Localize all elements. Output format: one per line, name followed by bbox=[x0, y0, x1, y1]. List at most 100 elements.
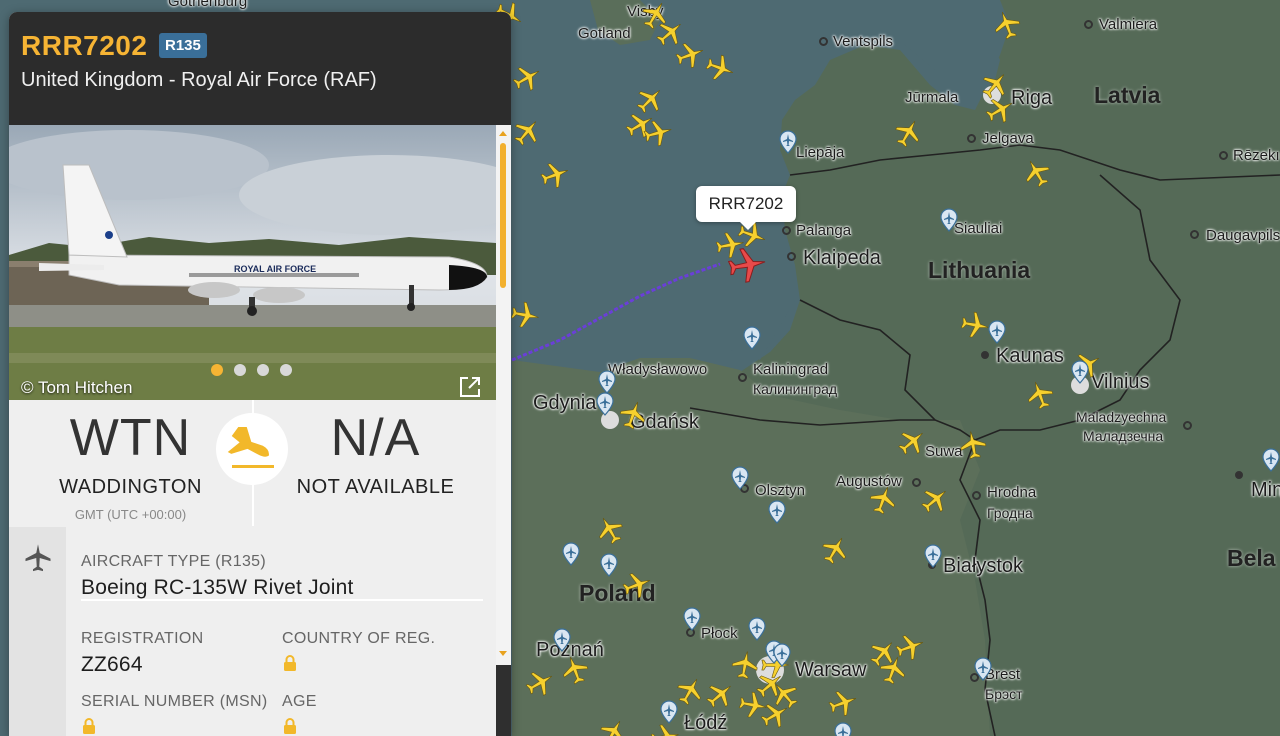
city-label-jurmala: Jūrmala bbox=[905, 89, 959, 106]
origin-code: WTN bbox=[69, 409, 192, 467]
city-dot bbox=[912, 478, 921, 487]
city-dot bbox=[972, 491, 981, 500]
city-label-jelgava: Jelgava bbox=[982, 130, 1034, 147]
city-label-gothenburg: Gothenburg bbox=[168, 0, 248, 10]
airport-pin-icon[interactable] bbox=[768, 500, 786, 524]
airport-pin-icon[interactable] bbox=[1071, 360, 1089, 384]
selected-aircraft-icon[interactable] bbox=[724, 242, 770, 288]
country-label-latvia: Latvia bbox=[1094, 82, 1161, 108]
operator-name: United Kingdom - Royal Air Force (RAF) bbox=[21, 69, 377, 91]
city-dot bbox=[981, 351, 989, 359]
city-label-hrodna-cyr: Гродна bbox=[987, 505, 1033, 521]
info-side-rail bbox=[9, 527, 66, 736]
city-label-kaliningrad: Kaliningrad bbox=[753, 361, 829, 378]
city-label-minsk: Min bbox=[1251, 479, 1280, 501]
registration-label: REGISTRATION bbox=[81, 630, 204, 647]
carousel-dot[interactable] bbox=[280, 364, 292, 376]
scroll-track-lower bbox=[496, 665, 511, 736]
airport-pin-icon[interactable] bbox=[562, 542, 580, 566]
city-label-rezekne: Rēzekı bbox=[1233, 147, 1280, 164]
airport-pin-icon[interactable] bbox=[748, 617, 766, 641]
lock-icon[interactable] bbox=[82, 718, 96, 734]
city-label-riga: Riga bbox=[1011, 87, 1053, 109]
airport-pin-icon[interactable] bbox=[598, 370, 616, 394]
city-label-hrodna: Hrodna bbox=[987, 484, 1037, 501]
city-dot bbox=[782, 226, 791, 235]
aircraft-photo[interactable]: ROYAL AIR FORCE © Tom Hitchen bbox=[9, 125, 496, 400]
city-dot bbox=[787, 252, 796, 261]
airport-pin-icon[interactable] bbox=[988, 320, 1006, 344]
selected-flight-callout[interactable]: RRR7202 bbox=[696, 186, 796, 230]
carousel-dot[interactable] bbox=[234, 364, 246, 376]
airport-pin-icon[interactable] bbox=[553, 628, 571, 652]
airport-pin-icon[interactable] bbox=[773, 643, 791, 667]
info-separator bbox=[81, 599, 483, 601]
photo-credit[interactable]: © Tom Hitchen bbox=[21, 378, 132, 398]
city-label-bialystok: Białystok bbox=[943, 555, 1024, 577]
scroll-down-arrow[interactable] bbox=[499, 651, 507, 656]
country-label-lithuania: Lithuania bbox=[928, 257, 1031, 283]
airport-pin-icon[interactable] bbox=[1262, 448, 1280, 472]
city-dot bbox=[1219, 151, 1228, 160]
plane-icon[interactable] bbox=[956, 428, 991, 463]
airport-pin-icon[interactable] bbox=[834, 722, 852, 736]
city-label-lodz: Łódź bbox=[684, 712, 728, 734]
city-label-gotland: Gotland bbox=[578, 25, 631, 42]
city-dot bbox=[1183, 421, 1192, 430]
destination-name: NOT AVAILABLE bbox=[296, 476, 455, 498]
origin-name: WADDINGTON bbox=[59, 476, 202, 498]
country-label-belarus: Bela bbox=[1227, 545, 1276, 571]
city-label-olsztyn: Olsztyn bbox=[755, 482, 806, 499]
airport-pin-icon[interactable] bbox=[731, 466, 749, 490]
city-label-klaipeda: Klaipeda bbox=[803, 247, 881, 269]
airport-pin-icon[interactable] bbox=[779, 130, 797, 154]
city-label-daugavpils: Daugavpils bbox=[1206, 227, 1280, 244]
airport-pin-icon[interactable] bbox=[924, 544, 942, 568]
external-link-icon[interactable] bbox=[457, 374, 483, 400]
plane-icon bbox=[25, 544, 51, 572]
photo-carousel-dots[interactable] bbox=[211, 364, 292, 376]
city-label-plock: Płock bbox=[701, 625, 738, 642]
origin-airport[interactable]: WTN WADDINGTON GMT (UTC +00:00) bbox=[9, 400, 252, 522]
airport-pin-icon[interactable] bbox=[596, 392, 614, 416]
info-main: AIRCRAFT TYPE (R135) Boeing RC-135W Rive… bbox=[66, 527, 496, 736]
city-dot bbox=[819, 37, 828, 46]
airport-pin-icon[interactable] bbox=[660, 700, 678, 724]
airport-pin-icon[interactable] bbox=[683, 607, 701, 631]
country-of-reg-label: COUNTRY OF REG. bbox=[282, 630, 436, 647]
city-dot bbox=[1190, 230, 1199, 239]
city-dot bbox=[738, 373, 747, 382]
aircraft-photo-image: ROYAL AIR FORCE bbox=[9, 125, 496, 400]
flight-details-panel: RRR7202 R135 United Kingdom - Royal Air … bbox=[9, 12, 511, 736]
city-label-liepaja: Liepāja bbox=[796, 144, 845, 161]
scroll-thumb[interactable] bbox=[500, 143, 506, 288]
city-label-kaliningrad-cyr: Калининград bbox=[753, 381, 838, 397]
aircraft-info-section: AIRCRAFT TYPE (R135) Boeing RC-135W Rive… bbox=[9, 527, 496, 736]
plane-icon[interactable] bbox=[508, 298, 543, 333]
city-label-siauliai: Siauliai bbox=[954, 220, 1003, 237]
lock-icon[interactable] bbox=[283, 655, 297, 671]
airport-pin-icon[interactable] bbox=[743, 326, 761, 350]
airplane-landing-icon bbox=[216, 413, 288, 485]
route-section: WTN WADDINGTON GMT (UTC +00:00) N/A NOT … bbox=[9, 400, 496, 532]
plane-icon[interactable] bbox=[736, 688, 771, 723]
carousel-dot[interactable] bbox=[257, 364, 269, 376]
city-label-valmiera: Valmiera bbox=[1099, 16, 1158, 33]
airport-pin-icon[interactable] bbox=[600, 553, 618, 577]
airport-pin-icon[interactable] bbox=[940, 208, 958, 232]
aircraft-type-badge: R135 bbox=[159, 33, 207, 58]
airport-pin-icon[interactable] bbox=[974, 657, 992, 681]
city-label-suwalki: Suwa bbox=[925, 443, 963, 460]
lock-icon[interactable] bbox=[283, 718, 297, 734]
city-label-ventspils: Ventspils bbox=[833, 33, 894, 50]
aircraft-type-label: AIRCRAFT TYPE (R135) bbox=[81, 553, 267, 570]
scroll-up-arrow[interactable] bbox=[499, 131, 507, 136]
city-dot bbox=[1235, 471, 1243, 479]
destination-code: N/A bbox=[330, 409, 421, 467]
carousel-dot[interactable] bbox=[211, 364, 223, 376]
city-label-gdynia: Gdynia bbox=[533, 392, 597, 414]
origin-timezone: GMT (UTC +00:00) bbox=[74, 507, 187, 522]
aircraft-type-value: Boeing RC-135W Rivet Joint bbox=[81, 576, 354, 599]
panel-header: RRR7202 R135 United Kingdom - Royal Air … bbox=[9, 12, 511, 125]
panel-scrollbar[interactable] bbox=[496, 125, 511, 736]
